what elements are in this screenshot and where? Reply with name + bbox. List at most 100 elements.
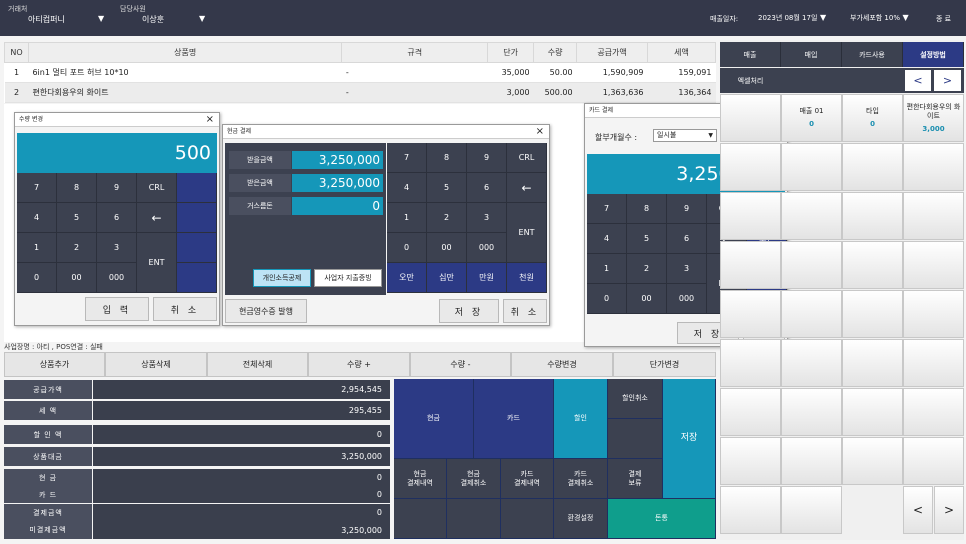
tab-sales[interactable]: 매출 — [720, 42, 781, 67]
key-enter[interactable]: ENT — [507, 203, 547, 263]
table-row[interactable]: 1 6in1 멀티 포트 허브 10*10 - 35,000 50.00 1,5… — [4, 62, 716, 83]
close-icon[interactable]: × — [536, 125, 544, 139]
key-2[interactable]: 2 — [627, 254, 667, 284]
hotkey-button[interactable] — [781, 241, 842, 289]
discount-button[interactable]: 할인 — [554, 379, 608, 459]
price-change-button[interactable]: 단가변경 — [613, 352, 716, 377]
hotkey-button[interactable] — [781, 339, 842, 387]
tab-purchase[interactable]: 매입 — [781, 42, 842, 67]
delete-product-button[interactable]: 상품삭제 — [105, 352, 207, 377]
key-4[interactable]: 4 — [17, 203, 57, 233]
payment-hold-button[interactable]: 결제 보류 — [608, 459, 663, 499]
key-1[interactable]: 1 — [17, 233, 57, 263]
card-pay-button[interactable]: 카드 — [474, 379, 554, 459]
next-page-button[interactable]: > — [934, 70, 961, 91]
key-5[interactable]: 5 — [57, 203, 97, 233]
hotkey-button[interactable] — [720, 192, 781, 240]
key-00[interactable]: 00 — [627, 284, 667, 314]
hotkey-button[interactable] — [903, 339, 964, 387]
key-9[interactable]: 9 — [667, 194, 707, 224]
card-history-button[interactable]: 카드 결제내역 — [501, 459, 554, 499]
key-0[interactable]: 0 — [587, 284, 627, 314]
amount-received-value[interactable]: 3,250,000 — [292, 174, 383, 192]
cancel-button[interactable]: 취 소 — [153, 297, 217, 321]
key-crl[interactable]: CRL — [507, 143, 547, 173]
hotkey-button[interactable] — [781, 437, 842, 485]
tab-card-usage[interactable]: 카드사용 — [842, 42, 903, 67]
settings-button[interactable]: 환경설정 — [554, 499, 608, 539]
key-9[interactable]: 9 — [97, 173, 137, 203]
key-000[interactable]: 000 — [467, 233, 507, 263]
tab-setup-method[interactable]: 설정방법 — [903, 42, 964, 67]
enter-button[interactable]: 입 력 — [85, 297, 149, 321]
key-1[interactable]: 1 — [387, 203, 427, 233]
hotkey-button[interactable] — [903, 143, 964, 191]
money-key[interactable]: 만원 — [467, 263, 507, 293]
staff-select[interactable]: 이상훈 ▼ — [120, 14, 210, 28]
key-6[interactable]: 6 — [97, 203, 137, 233]
hotkey-button[interactable] — [720, 486, 781, 534]
close-icon[interactable]: × — [206, 113, 214, 127]
add-product-button[interactable]: 상품추가 — [4, 352, 105, 377]
save-button[interactable]: 저장 — [663, 379, 716, 499]
key-9[interactable]: 9 — [467, 143, 507, 173]
hotkey-button[interactable] — [842, 339, 903, 387]
hotkey-button[interactable] — [842, 437, 903, 485]
business-expense-button[interactable]: 사업자 지출증빙 — [314, 269, 382, 287]
prev-page-button[interactable]: < — [905, 70, 931, 91]
qty-minus-button[interactable]: 수량 - — [410, 352, 511, 377]
key-8[interactable]: 8 — [627, 194, 667, 224]
hotkey-button[interactable] — [781, 192, 842, 240]
key-7[interactable]: 7 — [17, 173, 57, 203]
personal-deduction-button[interactable]: 개인소득공제 — [253, 269, 311, 287]
hotkey-button[interactable]: 매출 01 0 — [781, 94, 842, 142]
hotkey-button[interactable] — [720, 94, 781, 142]
key-8[interactable]: 8 — [57, 173, 97, 203]
hotkey-button[interactable] — [903, 388, 964, 436]
hotkey-button[interactable] — [720, 339, 781, 387]
key-0[interactable]: 0 — [17, 263, 57, 293]
key-00[interactable]: 00 — [57, 263, 97, 293]
key-4[interactable]: 4 — [387, 173, 427, 203]
table-row[interactable]: 2 편한다회용우의 화이트 - 3,000 500.00 1,363,636 1… — [4, 82, 716, 103]
hotkey-button[interactable] — [842, 241, 903, 289]
key-8[interactable]: 8 — [427, 143, 467, 173]
hotkey-button[interactable] — [903, 290, 964, 338]
key-2[interactable]: 2 — [427, 203, 467, 233]
hotkey-button[interactable] — [781, 388, 842, 436]
money-key[interactable]: 천원 — [507, 263, 547, 293]
qty-change-button[interactable]: 수량변경 — [511, 352, 613, 377]
key-3[interactable]: 3 — [667, 254, 707, 284]
client-select[interactable]: 아티컴퍼니 ▼ — [8, 14, 108, 28]
key-2[interactable]: 2 — [57, 233, 97, 263]
hotkey-button[interactable] — [842, 192, 903, 240]
hotkey-button[interactable] — [903, 437, 964, 485]
cancel-button[interactable]: 취 소 — [503, 299, 547, 323]
key-5[interactable]: 5 — [627, 224, 667, 254]
sales-date-picker[interactable]: 2023년 08월 17일 ▼ — [758, 13, 838, 27]
key-enter[interactable]: ENT — [137, 233, 177, 293]
cash-history-button[interactable]: 현금 결제내역 — [394, 459, 447, 499]
key-7[interactable]: 7 — [387, 143, 427, 173]
key-4[interactable]: 4 — [587, 224, 627, 254]
key-1[interactable]: 1 — [587, 254, 627, 284]
key-3[interactable]: 3 — [467, 203, 507, 233]
hotkey-button[interactable] — [781, 290, 842, 338]
grid-prev-button[interactable]: < — [903, 486, 933, 534]
hotkey-button[interactable] — [720, 290, 781, 338]
hotkey-button[interactable] — [842, 388, 903, 436]
key-6[interactable]: 6 — [667, 224, 707, 254]
cash-pay-button[interactable]: 현금 — [394, 379, 474, 459]
hotkey-button[interactable] — [903, 192, 964, 240]
money-key[interactable]: 오만 — [387, 263, 427, 293]
key-000[interactable]: 000 — [97, 263, 137, 293]
key-00[interactable]: 00 — [427, 233, 467, 263]
card-cancel-button[interactable]: 카드 결제취소 — [554, 459, 608, 499]
hotkey-button[interactable]: 편한다회용우의 화이트 3,000 — [903, 94, 964, 142]
grid-next-button[interactable]: > — [934, 486, 964, 534]
key-backspace[interactable]: ← — [507, 173, 547, 203]
key-6[interactable]: 6 — [467, 173, 507, 203]
hotkey-button[interactable] — [720, 143, 781, 191]
excel-button[interactable]: 엑셀처리 — [720, 68, 781, 93]
cash-drawer-button[interactable]: 돈통 — [608, 499, 716, 539]
